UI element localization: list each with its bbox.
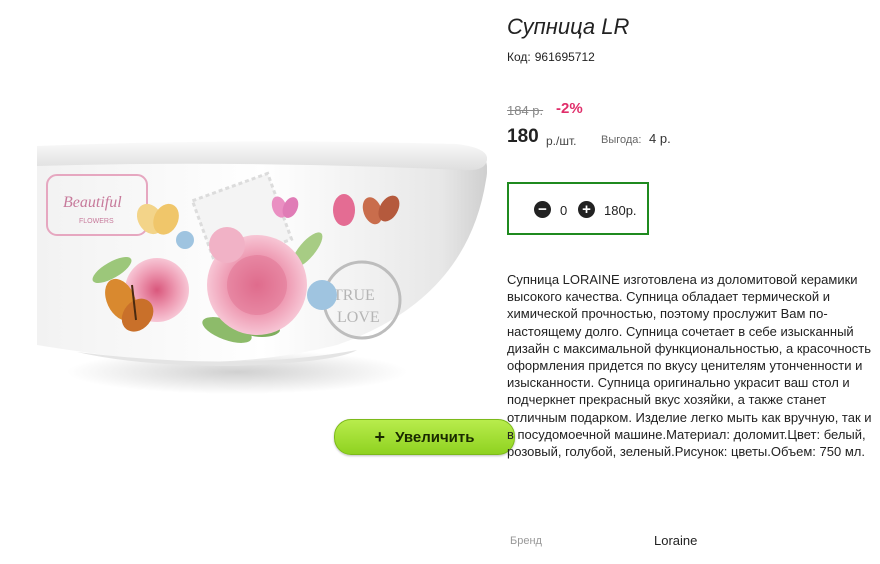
quantity-total: 180р.	[604, 203, 637, 218]
decor-beautiful: Beautiful	[63, 194, 122, 211]
product-title: Супница LR	[507, 14, 630, 39]
decor-love: LOVE	[337, 309, 380, 326]
product-image[interactable]: Beautiful FLOWERS TRUE LOVE + Увеличить	[37, 0, 515, 465]
product-code: Код: 961695712	[507, 50, 595, 64]
minus-circle-icon[interactable]: −	[534, 201, 551, 218]
price: 180	[507, 126, 539, 147]
savings-value: 4 р.	[649, 131, 671, 146]
brand-value: Loraine	[654, 533, 698, 548]
decor-flowers: FLOWERS	[79, 218, 114, 225]
quantity-stepper: − 0 + 180р.	[507, 182, 649, 235]
plus-icon: +	[374, 426, 386, 447]
discount-badge: -2%	[556, 100, 583, 117]
old-price: 184 р.	[507, 103, 544, 118]
code-label: Код:	[507, 50, 531, 64]
price-unit: р./шт.	[546, 134, 577, 148]
brand-label: Бренд	[510, 535, 542, 547]
code-value: 961695712	[534, 50, 595, 64]
decor-true: TRUE	[333, 287, 375, 304]
product-description: Супница LORAINE изготовлена из доломитов…	[507, 272, 872, 460]
zoom-button[interactable]: + Увеличить	[334, 419, 515, 455]
plus-circle-icon[interactable]: +	[578, 201, 595, 218]
quantity-value: 0	[560, 203, 568, 218]
savings-label: Выгода:	[601, 134, 642, 146]
bowl-illustration: Beautiful FLOWERS TRUE LOVE	[37, 141, 487, 394]
zoom-button-label: Увеличить	[395, 428, 475, 446]
